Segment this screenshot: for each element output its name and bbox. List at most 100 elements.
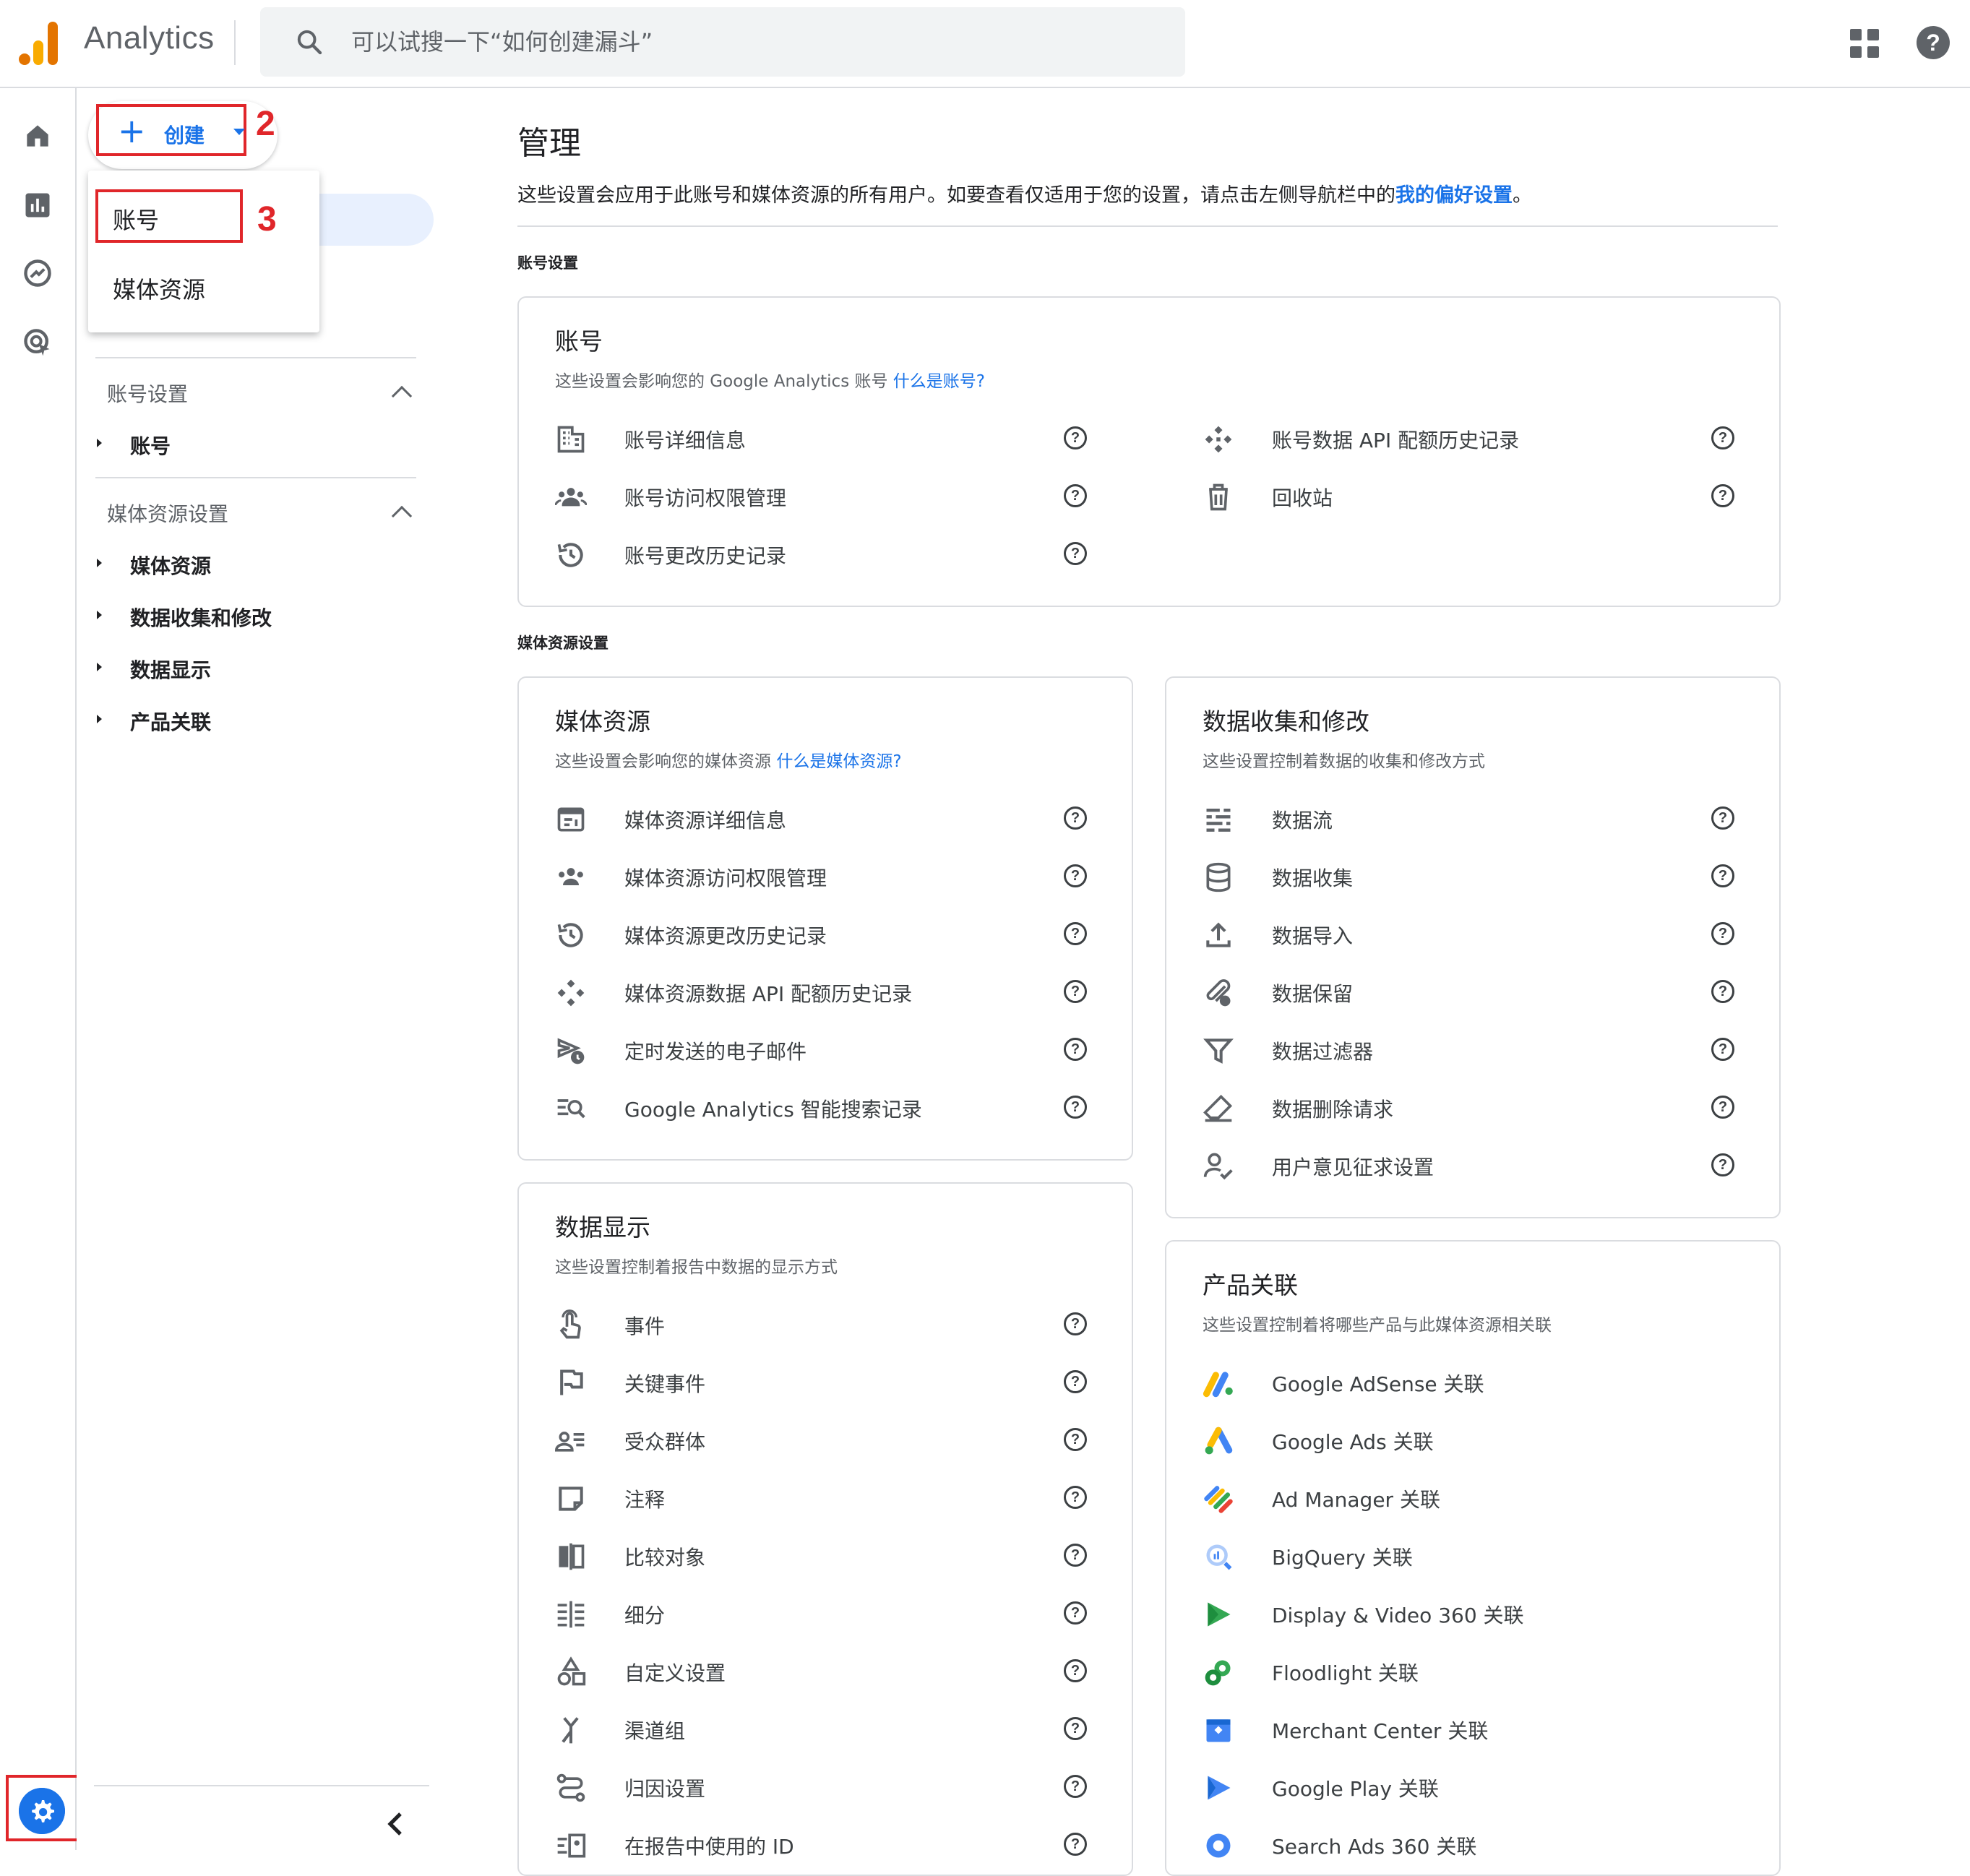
data-collection-row[interactable]: 数据收集 ?: [1203, 854, 1766, 898]
help-circle-icon[interactable]: ?: [1711, 1153, 1734, 1176]
account-history-row[interactable]: 账号更改历史记录 ?: [555, 532, 1119, 575]
data-retention-row[interactable]: 数据保留 ?: [1203, 970, 1766, 1013]
scheduled-emails-row[interactable]: 定时发送的电子邮件 ?: [555, 1028, 1119, 1071]
explore-icon[interactable]: [22, 257, 53, 289]
floodlight-link-row[interactable]: Floodlight 关联: [1203, 1649, 1766, 1692]
admin-settings-highlight[interactable]: [6, 1775, 81, 1841]
bigquery-link-row[interactable]: BigQuery 关联: [1203, 1533, 1766, 1577]
help-circle-icon[interactable]: ?: [1711, 806, 1734, 830]
dv360-link-row[interactable]: Display & Video 360 关联: [1203, 1591, 1766, 1635]
account-access-row[interactable]: 账号访问权限管理 ?: [555, 474, 1119, 517]
analytics-logo-icon[interactable]: [16, 19, 59, 65]
help-circle-icon[interactable]: ?: [1064, 1312, 1087, 1335]
account-api-quota-label: 账号数据 API 配额历史记录: [1272, 429, 1520, 452]
help-circle-icon[interactable]: ?: [1064, 806, 1087, 830]
nav-item-product-links[interactable]: 产品关联: [130, 707, 211, 736]
help-circle-icon[interactable]: ?: [1064, 1096, 1087, 1119]
help-circle-icon[interactable]: ?: [1711, 922, 1734, 945]
expand-arrow-icon[interactable]: [97, 559, 102, 567]
menu-item-property[interactable]: 媒体资源: [113, 272, 205, 305]
nav-section-property-settings[interactable]: 媒体资源设置: [107, 499, 228, 528]
data-filters-row[interactable]: 数据过滤器 ?: [1203, 1028, 1766, 1071]
help-icon[interactable]: ?: [1917, 26, 1950, 59]
help-circle-icon[interactable]: ?: [1064, 1601, 1087, 1625]
help-circle-icon[interactable]: ?: [1064, 1833, 1087, 1856]
attribution-row[interactable]: 归因设置 ?: [555, 1765, 1119, 1808]
nav-item-property[interactable]: 媒体资源: [130, 551, 211, 580]
search-bar[interactable]: [260, 7, 1185, 77]
help-circle-icon[interactable]: ?: [1064, 864, 1087, 887]
search-ads-link-row[interactable]: Search Ads 360 关联: [1203, 1823, 1766, 1866]
account-details-row[interactable]: 账号详细信息 ?: [555, 416, 1119, 460]
data-collection-card: 数据收集和修改 这些设置控制着数据的收集和修改方式 数据流 ? 数据收集 ? 数…: [1165, 676, 1781, 1218]
google-play-link-row[interactable]: Google Play 关联: [1203, 1765, 1766, 1808]
what-is-property-link[interactable]: 什么是媒体资源?: [776, 752, 901, 771]
product-links-card-title: 产品关联: [1203, 1271, 1298, 1299]
my-preferences-link[interactable]: 我的偏好设置: [1395, 184, 1513, 207]
nav-item-account[interactable]: 账号: [130, 431, 171, 460]
data-deletion-row[interactable]: 数据删除请求 ?: [1203, 1085, 1766, 1129]
what-is-account-link[interactable]: 什么是账号?: [893, 372, 985, 391]
help-circle-icon[interactable]: ?: [1711, 864, 1734, 887]
home-icon[interactable]: [22, 120, 53, 152]
help-circle-icon[interactable]: ?: [1064, 980, 1087, 1003]
property-api-quota-row[interactable]: 媒体资源数据 API 配额历史记录 ?: [555, 970, 1119, 1013]
comparisons-row[interactable]: 比较对象 ?: [555, 1533, 1119, 1577]
customization-row[interactable]: 自定义设置 ?: [555, 1649, 1119, 1692]
help-circle-icon[interactable]: ?: [1064, 922, 1087, 945]
chevron-left-icon[interactable]: [383, 1810, 406, 1838]
data-display-card: 数据显示 这些设置控制着报告中数据的显示方式 事件 ? 关键事件 ? 受众群体 …: [517, 1182, 1133, 1876]
help-circle-icon[interactable]: ?: [1064, 1486, 1087, 1509]
help-circle-icon[interactable]: ?: [1711, 1096, 1734, 1119]
create-button[interactable]: + 创建: [96, 104, 246, 156]
help-circle-icon[interactable]: ?: [1711, 980, 1734, 1003]
help-circle-icon[interactable]: ?: [1064, 1717, 1087, 1740]
key-events-row[interactable]: 关键事件 ?: [555, 1360, 1119, 1403]
google-ads-link-row[interactable]: Google Ads 关联: [1203, 1418, 1766, 1461]
trash-row[interactable]: 回收站 ?: [1203, 474, 1766, 517]
annotations-row[interactable]: 注释 ?: [555, 1476, 1119, 1519]
adsense-link-row[interactable]: Google AdSense 关联: [1203, 1360, 1766, 1403]
help-circle-icon[interactable]: ?: [1064, 426, 1087, 449]
help-circle-icon[interactable]: ?: [1711, 426, 1734, 449]
search-history-row[interactable]: Google Analytics 智能搜索记录 ?: [555, 1085, 1119, 1129]
page-description-text: 这些设置会应用于此账号和媒体资源的所有用户。如要查看仅适用于您的设置，请点击左侧…: [517, 184, 1395, 207]
help-circle-icon[interactable]: ?: [1064, 1428, 1087, 1451]
reporting-id-row[interactable]: 在报告中使用的 ID ?: [555, 1823, 1119, 1866]
help-circle-icon[interactable]: ?: [1064, 1775, 1087, 1798]
expand-arrow-icon[interactable]: [97, 715, 102, 723]
ad-manager-link-row[interactable]: Ad Manager 关联: [1203, 1476, 1766, 1519]
expand-arrow-icon[interactable]: [97, 439, 102, 447]
nav-item-data-collection[interactable]: 数据收集和修改: [130, 603, 272, 632]
help-circle-icon[interactable]: ?: [1711, 484, 1734, 507]
advertising-icon[interactable]: [22, 327, 53, 358]
audiences-row[interactable]: 受众群体 ?: [555, 1418, 1119, 1461]
data-import-row[interactable]: 数据导入 ?: [1203, 912, 1766, 955]
expand-arrow-icon[interactable]: [97, 663, 102, 671]
account-api-quota-row[interactable]: 账号数据 API 配额历史记录 ?: [1203, 416, 1766, 460]
consent-settings-row[interactable]: 用户意见征求设置 ?: [1203, 1143, 1766, 1187]
property-history-row[interactable]: 媒体资源更改历史记录 ?: [555, 912, 1119, 955]
property-access-row[interactable]: 媒体资源访问权限管理 ?: [555, 854, 1119, 898]
data-streams-row[interactable]: 数据流 ?: [1203, 796, 1766, 840]
apps-grid-icon[interactable]: [1850, 29, 1879, 58]
help-circle-icon[interactable]: ?: [1064, 1544, 1087, 1567]
menu-item-account[interactable]: 账号: [113, 202, 159, 236]
channel-groups-row[interactable]: 渠道组 ?: [555, 1707, 1119, 1750]
expand-arrow-icon[interactable]: [97, 611, 102, 619]
events-row[interactable]: 事件 ?: [555, 1302, 1119, 1346]
help-circle-icon[interactable]: ?: [1064, 542, 1087, 565]
nav-section-account-settings[interactable]: 账号设置: [107, 379, 188, 408]
help-circle-icon[interactable]: ?: [1064, 1038, 1087, 1061]
search-input[interactable]: [351, 7, 1146, 77]
merchant-center-link-row[interactable]: Merchant Center 关联: [1203, 1707, 1766, 1750]
help-circle-icon[interactable]: ?: [1064, 1659, 1087, 1682]
gear-icon[interactable]: [19, 1788, 65, 1834]
reports-icon[interactable]: [22, 189, 53, 221]
help-circle-icon[interactable]: ?: [1064, 1370, 1087, 1393]
property-details-row[interactable]: 媒体资源详细信息 ?: [555, 796, 1119, 840]
nav-item-data-display[interactable]: 数据显示: [130, 655, 211, 684]
segments-row[interactable]: 细分 ?: [555, 1591, 1119, 1635]
help-circle-icon[interactable]: ?: [1064, 484, 1087, 507]
help-circle-icon[interactable]: ?: [1711, 1038, 1734, 1061]
